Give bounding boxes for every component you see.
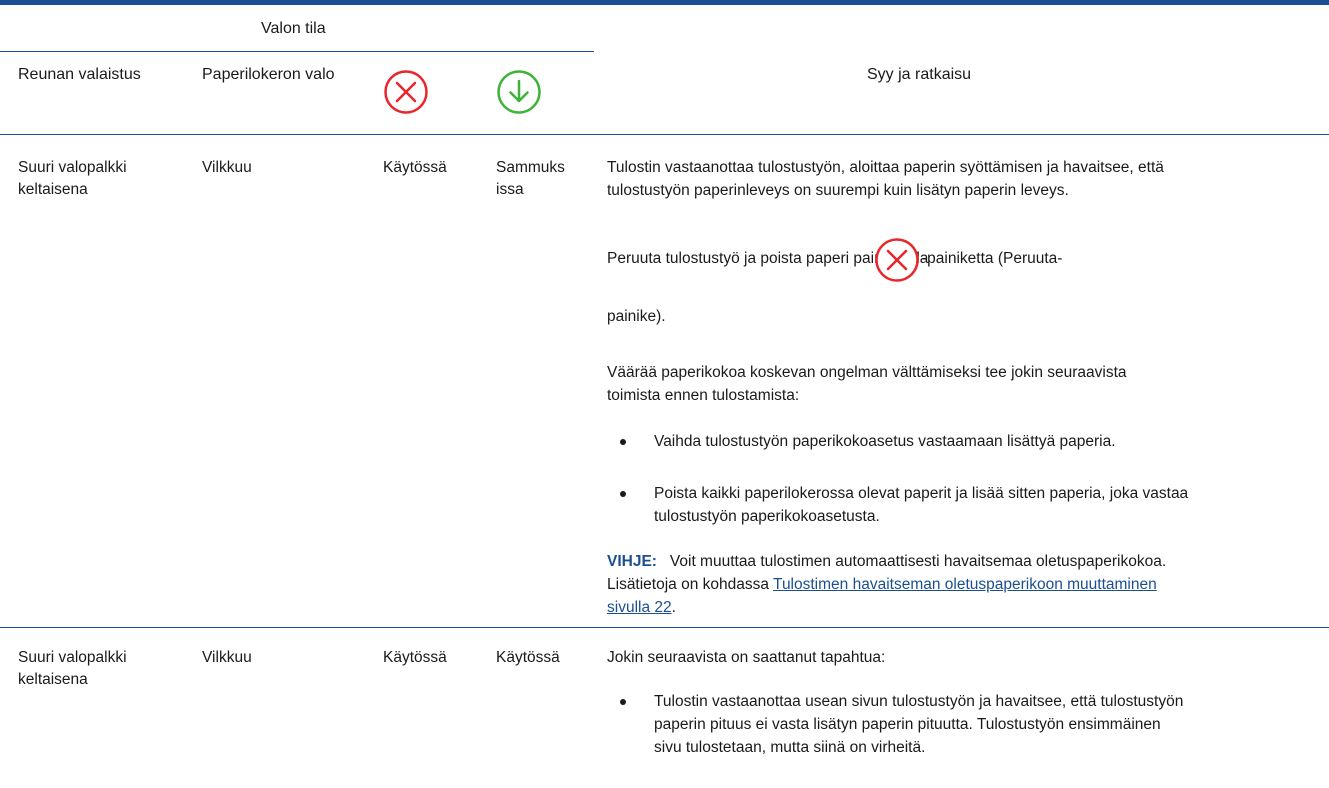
row1-tip-line3: sivulla 22. — [607, 599, 676, 616]
row1-bullet1: Vaihda tulostustyön paperikokoasetus vas… — [654, 433, 1116, 450]
row1-avoid-line2: toimista ennen tulostamista: — [607, 387, 800, 404]
row1-avoid-line1: Väärää paperikokoa koskevan ongelman väl… — [607, 364, 1127, 381]
row2-tray-light: Vilkkuu — [202, 649, 252, 666]
row2-cancel-state: Käytössä — [383, 649, 447, 666]
row1-cause-line2: tulostustyön paperinleveys on suurempi k… — [607, 182, 1069, 199]
header-group-divider — [0, 51, 594, 52]
tip-link-page[interactable]: sivulla 22 — [607, 599, 672, 616]
bullet-dot — [620, 699, 626, 705]
row1-tip-line1: VIHJE: Voit muuttaa tulostimen automaatt… — [607, 551, 1166, 573]
row2-cause-intro: Jokin seuraavista on saattanut tapahtua: — [607, 649, 886, 666]
row1-cause-line1: Tulostin vastaanottaa tulostustyön, aloi… — [607, 159, 1164, 176]
row-divider — [0, 627, 1329, 628]
tip-link[interactable]: Tulostimen havaitseman oletuspaperikoon … — [773, 576, 1157, 593]
cancel-icon — [383, 69, 429, 115]
tip-prefix: Lisätietoja on kohdassa — [607, 576, 770, 593]
row2-bullet1-line1: Tulostin vastaanottaa usean sivun tulost… — [654, 693, 1184, 710]
row2-bullet1-line3: sivu tulostetaan, mutta siinä on virheit… — [654, 739, 926, 756]
bullet-dot — [620, 439, 626, 445]
row1-cancel-instruction-after: -painiketta (Peruuta- — [922, 250, 1063, 267]
row1-tray-light: Vilkkuu — [202, 159, 252, 176]
table-top-rule — [0, 0, 1329, 5]
header-cause-solution: Syy ja ratkaisu — [867, 66, 972, 83]
row1-resume-state: Sammuks issa — [496, 159, 565, 198]
row2-resume-state: Käytössä — [496, 649, 560, 666]
row2-bullet1-line2: paperin pituus ei vasta lisätyn paperin … — [654, 716, 1161, 733]
tip-label: VIHJE: — [607, 553, 657, 570]
row1-cancel-instruction-end: painike). — [607, 308, 666, 325]
tip-text: Voit muuttaa tulostimen automaattisesti … — [669, 553, 1167, 570]
bullet-dot — [620, 491, 626, 497]
row1-bullet2-line2: tulostustyön paperikokoasetusta. — [654, 508, 880, 525]
row1-tip-line2: Lisätietoja on kohdassa Tulostimen havai… — [607, 574, 1157, 596]
header-tray-light: Paperilokeron valo — [202, 66, 335, 83]
row2-edge-lighting: Suuri valopalkki keltaisena — [18, 649, 127, 688]
header-bottom-rule — [0, 134, 1329, 135]
row1-bullet2-line1: Poista kaikki paperilokerossa olevat pap… — [654, 485, 1189, 502]
inline-cancel-icon — [874, 237, 920, 283]
row1-cancel-state: Käytössä — [383, 159, 447, 176]
resume-icon — [496, 69, 542, 115]
header-edge-lighting: Reunan valaistus — [18, 66, 141, 83]
header-light-state: Valon tila — [261, 20, 326, 37]
row1-edge-lighting: Suuri valopalkki keltaisena — [18, 159, 127, 198]
